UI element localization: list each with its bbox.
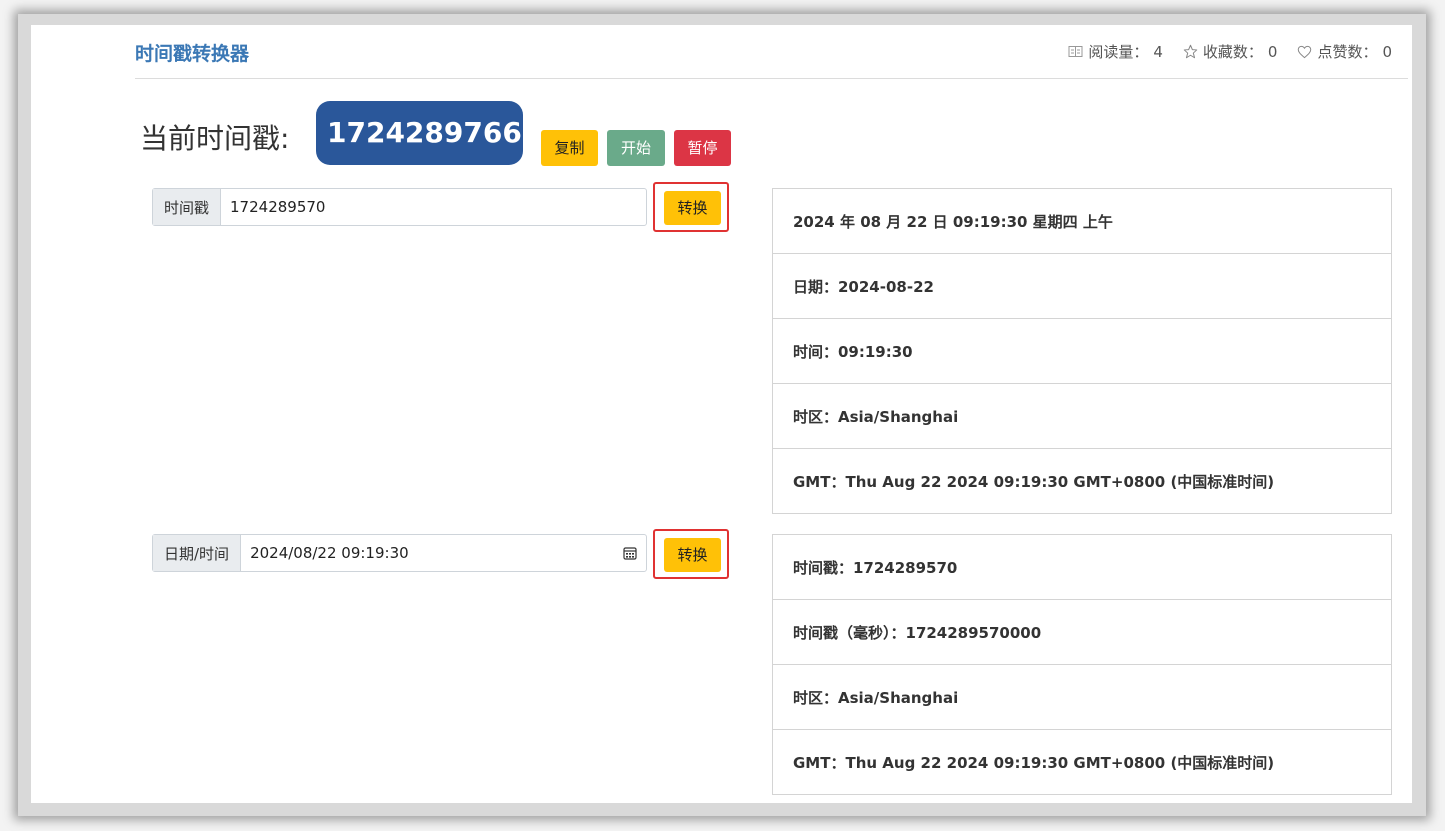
result-date: 日期：2024-08-22 — [773, 253, 1391, 318]
stat-views-value: 4 — [1153, 42, 1163, 61]
stat-views: 阅读量： 4 — [1068, 41, 1163, 62]
page: 时间戳转换器 阅读量： 4 收藏数： 0 点赞数： 0 当前时间戳: 17242… — [31, 25, 1412, 803]
timestamp-addon: 时间戳 — [153, 189, 222, 225]
stat-likes[interactable]: 点赞数： 0 — [1297, 41, 1392, 62]
result-gmt-2: GMT：Thu Aug 22 2024 09:19:30 GMT+0800 (中… — [773, 729, 1391, 794]
result-timezone-2: 时区：Asia/Shanghai — [773, 664, 1391, 729]
page-title: 时间戳转换器 — [135, 43, 250, 65]
timestamp-input-group: 时间戳 — [152, 188, 647, 226]
current-timestamp-value: 1724289766 — [316, 101, 523, 165]
stat-favorites-label: 收藏数： — [1202, 43, 1263, 61]
stat-views-label: 阅读量： — [1088, 43, 1149, 61]
stat-favorites-value: 0 — [1267, 42, 1278, 61]
result-full-date: 2024 年 08 月 22 日 09:19:30 星期四 上午 — [793, 212, 1113, 231]
pause-button[interactable]: 暂停 — [674, 130, 731, 166]
timestamp-input[interactable] — [221, 189, 646, 225]
result-timestamp: 时间戳：1724289570 — [793, 558, 958, 577]
convert-timestamp-button[interactable]: 转换 — [664, 191, 721, 225]
convert-highlight-2: 转换 — [653, 529, 729, 579]
heart-icon[interactable] — [1297, 45, 1312, 59]
result-timezone: 时区：Asia/Shanghai — [773, 383, 1391, 448]
result-timestamp-ms: 时间戳（毫秒）：1724289570000 — [773, 599, 1391, 664]
stat-likes-label: 点赞数： — [1317, 43, 1378, 61]
stat-favorites[interactable]: 收藏数： 0 — [1183, 41, 1278, 62]
current-timestamp-label: 当前时间戳: — [140, 122, 290, 155]
datetime-input[interactable] — [241, 535, 623, 571]
book-icon — [1068, 45, 1083, 58]
stat-likes-value: 0 — [1382, 42, 1392, 61]
date-result-list: 2024 年 08 月 22 日 09:19:30 星期四 上午 日期：2024… — [772, 188, 1392, 514]
stats-bar: 阅读量： 4 收藏数： 0 点赞数： 0 — [1068, 41, 1392, 62]
convert-highlight-1: 转换 — [653, 182, 729, 232]
timestamp-result-list: 时间戳：1724289570 时间戳（毫秒）：1724289570000 时区：… — [772, 534, 1392, 795]
result-time: 时间：09:19:30 — [773, 318, 1391, 383]
result-gmt: GMT：Thu Aug 22 2024 09:19:30 GMT+0800 (中… — [773, 448, 1391, 513]
datetime-input-group: 日期/时间 — [152, 534, 647, 572]
header-divider — [135, 78, 1408, 79]
datetime-addon: 日期/时间 — [153, 535, 242, 571]
star-icon[interactable] — [1183, 44, 1198, 59]
start-button[interactable]: 开始 — [607, 130, 665, 166]
calendar-icon[interactable] — [623, 535, 646, 571]
copy-button[interactable]: 复制 — [541, 130, 598, 166]
convert-datetime-button[interactable]: 转换 — [664, 538, 721, 572]
